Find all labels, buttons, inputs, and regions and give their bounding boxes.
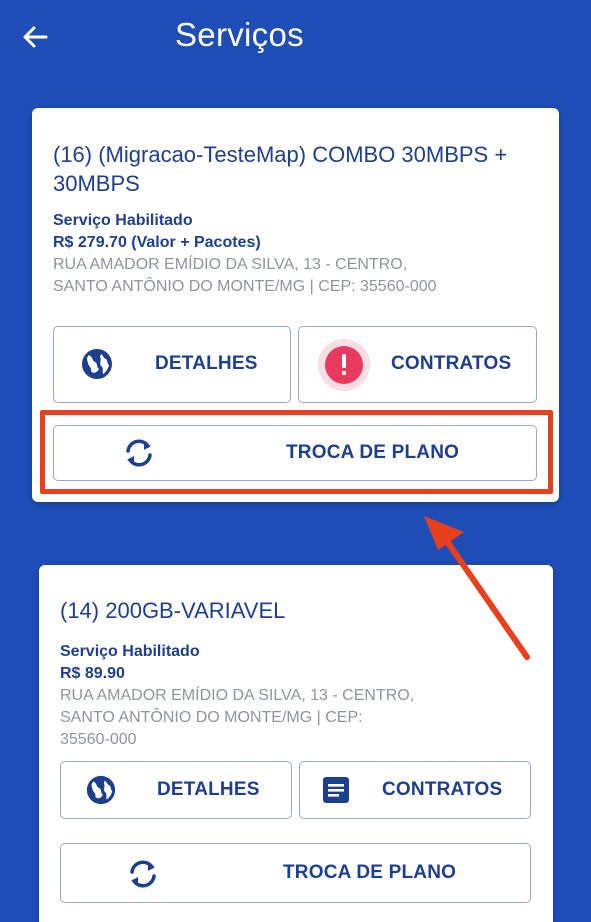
address-line: 35560-000 (60, 731, 137, 748)
globe-icon (85, 774, 117, 806)
globe-icon (80, 347, 114, 381)
service-address: RUA AMADOR EMÍDIO DA SILVA, 13 - CENTRO,… (60, 685, 480, 751)
address-line: RUA AMADOR EMÍDIO DA SILVA, 13 - CENTRO, (60, 687, 415, 704)
sync-icon (126, 859, 160, 889)
address-line: SANTO ANTÔNIO DO MONTE/MG | CEP: 35560-0… (53, 278, 437, 295)
change-plan-label: TROCA DE PLANO (283, 862, 457, 883)
contracts-label: CONTRATOS (382, 779, 503, 800)
app-bar: Serviços (0, 0, 591, 80)
service-card: (14) 200GB-VARIAVEL Serviço Habilitado R… (39, 565, 553, 922)
contracts-button[interactable]: CONTRATOS (298, 326, 537, 403)
address-line: SANTO ANTÔNIO DO MONTE/MG | CEP: (60, 709, 363, 726)
service-title: (14) 200GB-VARIAVEL (60, 598, 286, 623)
page-title: Serviços (175, 16, 304, 53)
document-icon (321, 775, 351, 805)
service-status: Serviço Habilitado (60, 643, 200, 660)
service-address: RUA AMADOR EMÍDIO DA SILVA, 13 - CENTRO,… (53, 254, 533, 298)
change-plan-button[interactable]: TROCA DE PLANO (53, 425, 537, 481)
contracts-label: CONTRATOS (391, 353, 512, 374)
arrow-left-icon (23, 26, 48, 48)
service-card: (16) (Migracao-TesteMap) COMBO 30MBPS + … (32, 108, 559, 502)
details-label: DETALHES (155, 353, 258, 374)
address-line: RUA AMADOR EMÍDIO DA SILVA, 13 - CENTRO, (53, 256, 408, 273)
service-price: R$ 279.70 (Valor + Pacotes) (53, 234, 261, 251)
service-status: Serviço Habilitado (53, 212, 193, 229)
details-button[interactable]: DETALHES (53, 326, 291, 403)
change-plan-button[interactable]: TROCA DE PLANO (60, 843, 531, 903)
sync-icon (122, 438, 156, 468)
service-title: (16) (Migracao-TesteMap) COMBO 30MBPS + … (53, 142, 508, 196)
alert-icon (317, 338, 371, 392)
details-button[interactable]: DETALHES (60, 761, 292, 819)
details-label: DETALHES (157, 779, 260, 800)
contracts-button[interactable]: CONTRATOS (299, 761, 531, 819)
change-plan-label: TROCA DE PLANO (286, 442, 460, 463)
back-button[interactable] (18, 20, 52, 54)
service-price: R$ 89.90 (60, 665, 125, 682)
